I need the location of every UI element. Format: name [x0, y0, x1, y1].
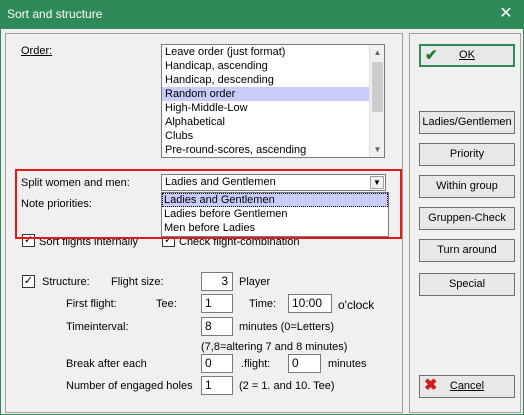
split-option[interactable]: Ladies and Gentlemen	[162, 193, 388, 207]
structure-label: Structure:	[42, 276, 90, 288]
flight-label: .flight:	[241, 358, 271, 370]
order-option[interactable]: Alphabetical	[162, 115, 384, 129]
ladies-gentlemen-button[interactable]: Ladies/Gentlemen	[419, 111, 515, 134]
split-combobox[interactable]: Ladies and Gentlemen ▼	[161, 174, 386, 191]
structure-checkbox[interactable]: ✓	[22, 275, 35, 288]
break-minutes-field[interactable]: 0	[288, 354, 321, 373]
tee-field[interactable]: 1	[201, 294, 233, 313]
scroll-down-icon[interactable]: ▼	[370, 142, 384, 157]
time-label: Time:	[249, 298, 277, 310]
within-group-button[interactable]: Within group	[419, 175, 515, 198]
order-option[interactable]: Random order	[162, 87, 384, 101]
order-option[interactable]: Clubs	[162, 129, 384, 143]
turn-around-button[interactable]: Turn around	[419, 239, 515, 262]
break-field[interactable]: 0	[201, 354, 233, 373]
order-label: Order:	[21, 45, 53, 57]
dialog-window: Sort and structure ✕ Order: Leave order …	[0, 0, 524, 415]
sort-flights-checkbox[interactable]: ✓	[22, 234, 35, 247]
order-option[interactable]: Pre-round-scores, ascending	[162, 143, 384, 157]
check-flight-label: Check flight-combination	[179, 236, 300, 248]
altering-note: (7,8=altering 7 and 8 minutes)	[201, 341, 348, 353]
split-option[interactable]: Men before Ladies	[162, 221, 388, 235]
order-option[interactable]: High-Middle-Low	[162, 101, 384, 115]
title-bar: Sort and structure ✕	[1, 1, 523, 29]
tee-label: Tee:	[156, 298, 177, 310]
close-icon[interactable]: ✕	[493, 3, 519, 27]
holes-label: Number of engaged holes	[66, 380, 193, 392]
minutes-label: minutes	[328, 358, 367, 370]
player-label: Player	[239, 276, 271, 288]
break-label: Break after each	[66, 358, 147, 370]
ok-button[interactable]: ✔ OK	[419, 44, 515, 67]
flight-size-field[interactable]: 3	[201, 272, 233, 291]
minutes-note: minutes (0=Letters)	[239, 321, 335, 333]
sort-flights-label: Sort flights internally	[39, 236, 139, 248]
split-label: Split women and men:	[21, 177, 130, 189]
timeinterval-label: Timeinterval:	[66, 321, 129, 333]
chevron-down-icon[interactable]: ▼	[370, 176, 384, 189]
flight-size-label: Flight size:	[111, 276, 164, 288]
gruppen-check-button[interactable]: Gruppen-Check	[419, 207, 515, 230]
order-option[interactable]: Handicap, descending	[162, 73, 384, 87]
cancel-button[interactable]: ✖ Cancel	[419, 375, 515, 398]
first-flight-label: First flight:	[66, 298, 117, 310]
order-option[interactable]: Handicap, ascending	[162, 59, 384, 73]
split-dropdown-list[interactable]: Ladies and Gentlemen Ladies before Gentle…	[161, 192, 389, 237]
order-scrollbar[interactable]: ▲ ▼	[369, 45, 384, 157]
timeinterval-field[interactable]: 8	[201, 317, 233, 336]
order-listbox[interactable]: Leave order (just format) Handicap, ascen…	[161, 44, 385, 158]
special-button[interactable]: Special	[419, 273, 515, 296]
window-title: Sort and structure	[7, 7, 103, 21]
cancel-x-icon: ✖	[424, 377, 438, 394]
split-value: Ladies and Gentlemen	[165, 176, 276, 188]
scroll-thumb[interactable]	[372, 62, 383, 112]
order-option[interactable]: Leave order (just format)	[162, 45, 384, 59]
scroll-up-icon[interactable]: ▲	[370, 45, 384, 60]
split-option[interactable]: Ladies before Gentlemen	[162, 207, 388, 221]
checkmark-icon: ✔	[425, 47, 438, 64]
oclock-label: o'clock	[338, 298, 375, 312]
time-field[interactable]: 10:00	[288, 294, 332, 313]
holes-note: (2 = 1. and 10. Tee)	[239, 380, 335, 392]
note-priorities-label: Note priorities:	[21, 198, 92, 210]
priority-button[interactable]: Priority	[419, 143, 515, 166]
holes-field[interactable]: 1	[201, 376, 233, 395]
